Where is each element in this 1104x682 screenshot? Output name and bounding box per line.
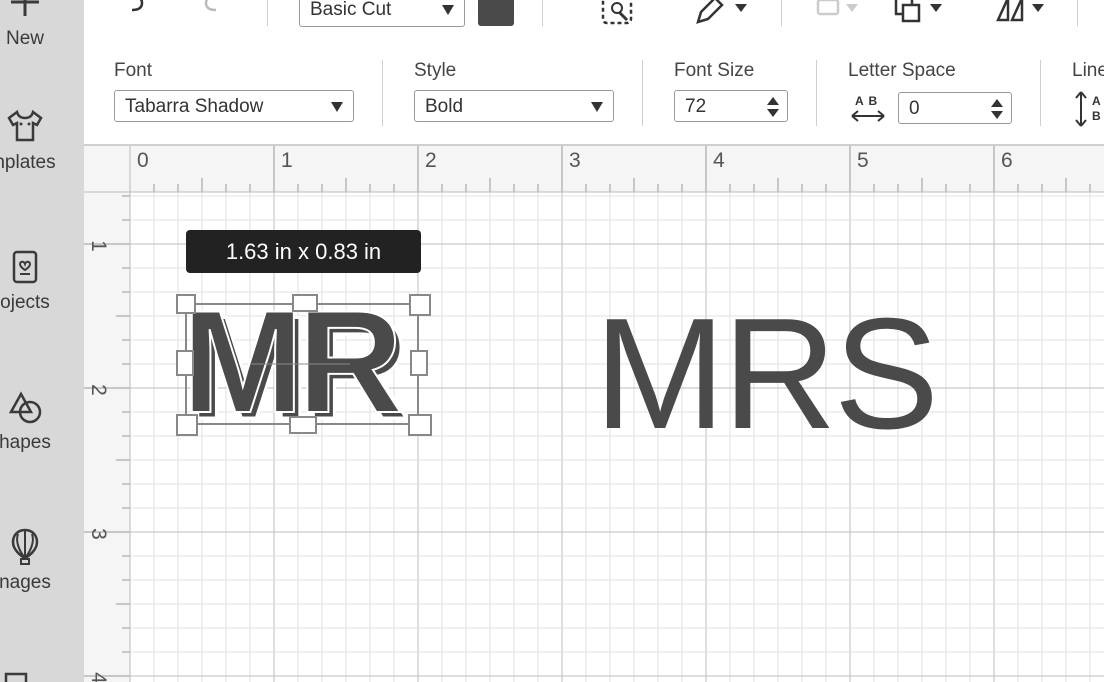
font-size-label: Font Size — [674, 60, 755, 81]
projects-icon — [12, 250, 38, 284]
resize-handle-bottom-left[interactable] — [176, 414, 198, 436]
resize-handle-bottom[interactable] — [289, 416, 317, 434]
resize-handle-top-right[interactable] — [409, 294, 431, 316]
stepper-down-icon[interactable] — [991, 111, 1003, 119]
offset-icon[interactable] — [600, 0, 636, 28]
left-sidebar: New nplates ojects hapes nages — [0, 0, 84, 682]
ruler-left-label: 1 — [86, 240, 110, 252]
operation-select[interactable]: Basic Cut — [299, 0, 465, 27]
edit-icon[interactable] — [692, 0, 752, 28]
stepper-up-icon[interactable] — [767, 97, 779, 105]
arrange-icon[interactable] — [890, 0, 950, 28]
resize-handle-bottom-right[interactable] — [408, 414, 432, 436]
resize-handle-top-left[interactable] — [176, 294, 196, 314]
line-space-icon-text: A B — [1092, 94, 1101, 123]
ruler-top-label: 6 — [1001, 149, 1013, 172]
font-select[interactable]: Tabarra Shadow — [114, 90, 354, 122]
flip-icon[interactable] — [994, 0, 1054, 28]
ruler-top-label: 1 — [281, 149, 293, 172]
ruler-top-label: 4 — [713, 149, 725, 172]
sidebar-item-projects[interactable]: ojects — [0, 246, 80, 314]
resize-handle-left[interactable] — [176, 350, 194, 376]
sidebar-item-label: nplates — [0, 152, 56, 173]
sidebar-item-label: ojects — [0, 292, 50, 313]
letter-space-value: 0 — [909, 98, 920, 119]
align-icon[interactable] — [812, 0, 868, 24]
ruler-left-label: 4 — [86, 672, 110, 682]
chevron-down-icon — [442, 5, 454, 15]
text-object-mrs[interactable]: MRS — [594, 294, 939, 454]
style-label: Style — [414, 60, 457, 81]
ruler-top-label: 3 — [569, 149, 581, 172]
upload-icon — [4, 672, 28, 682]
letter-space-stepper[interactable]: 0 — [898, 92, 1012, 124]
plus-icon — [11, 0, 39, 16]
letter-space-icon-text: A B — [855, 94, 879, 108]
balloon-icon — [11, 528, 39, 565]
redo-icon[interactable] — [196, 0, 220, 14]
ruler-left-label: 2 — [86, 384, 110, 396]
sidebar-item-new[interactable]: New — [0, 0, 80, 50]
stepper-up-icon[interactable] — [991, 99, 1003, 107]
font-size-stepper[interactable]: 72 — [674, 90, 788, 122]
sidebar-item-images[interactable]: nages — [0, 526, 80, 594]
line-space-icon — [1075, 91, 1087, 127]
style-select[interactable]: Bold — [414, 90, 614, 122]
sidebar-item-templates[interactable]: nplates — [0, 106, 80, 174]
sidebar-item-label: hapes — [0, 432, 51, 453]
letter-space-label: Letter Space — [848, 60, 956, 81]
chevron-down-icon — [331, 102, 343, 112]
ruler-top-label: 2 — [425, 149, 437, 172]
sidebar-item-label: nages — [0, 572, 51, 593]
operation-value: Basic Cut — [310, 0, 392, 20]
color-swatch[interactable] — [478, 0, 514, 26]
undo-icon[interactable] — [128, 0, 152, 14]
shapes-icon — [8, 391, 42, 424]
design-canvas[interactable]: 0 1 2 3 4 5 6 1 2 3 4 MR MR MRS — [84, 146, 1104, 682]
chevron-down-icon — [591, 102, 603, 112]
ruler-top-label: 0 — [137, 149, 149, 172]
style-value: Bold — [425, 96, 464, 117]
line-space-label: Line — [1072, 60, 1104, 81]
top-toolbar: Basic Cut — [84, 0, 1104, 45]
text-toolbar: Font Tabarra Shadow Style Bold Font Size… — [84, 44, 1104, 146]
ruler-top-label: 5 — [857, 149, 869, 172]
letter-space-icon — [851, 110, 885, 122]
ruler-left-label: 3 — [86, 528, 110, 540]
font-label: Font — [114, 60, 153, 81]
font-size-value: 72 — [685, 96, 707, 117]
font-value: Tabarra Shadow — [125, 96, 264, 117]
selection-size-tooltip: 1.63 in x 0.83 in — [186, 230, 421, 273]
stepper-down-icon[interactable] — [767, 109, 779, 117]
resize-handle-right[interactable] — [410, 350, 428, 376]
tshirt-icon — [7, 109, 43, 142]
resize-handle-top[interactable] — [292, 294, 318, 312]
sidebar-item-label: New — [5, 28, 44, 49]
sidebar-item-shapes[interactable]: hapes — [0, 386, 80, 454]
